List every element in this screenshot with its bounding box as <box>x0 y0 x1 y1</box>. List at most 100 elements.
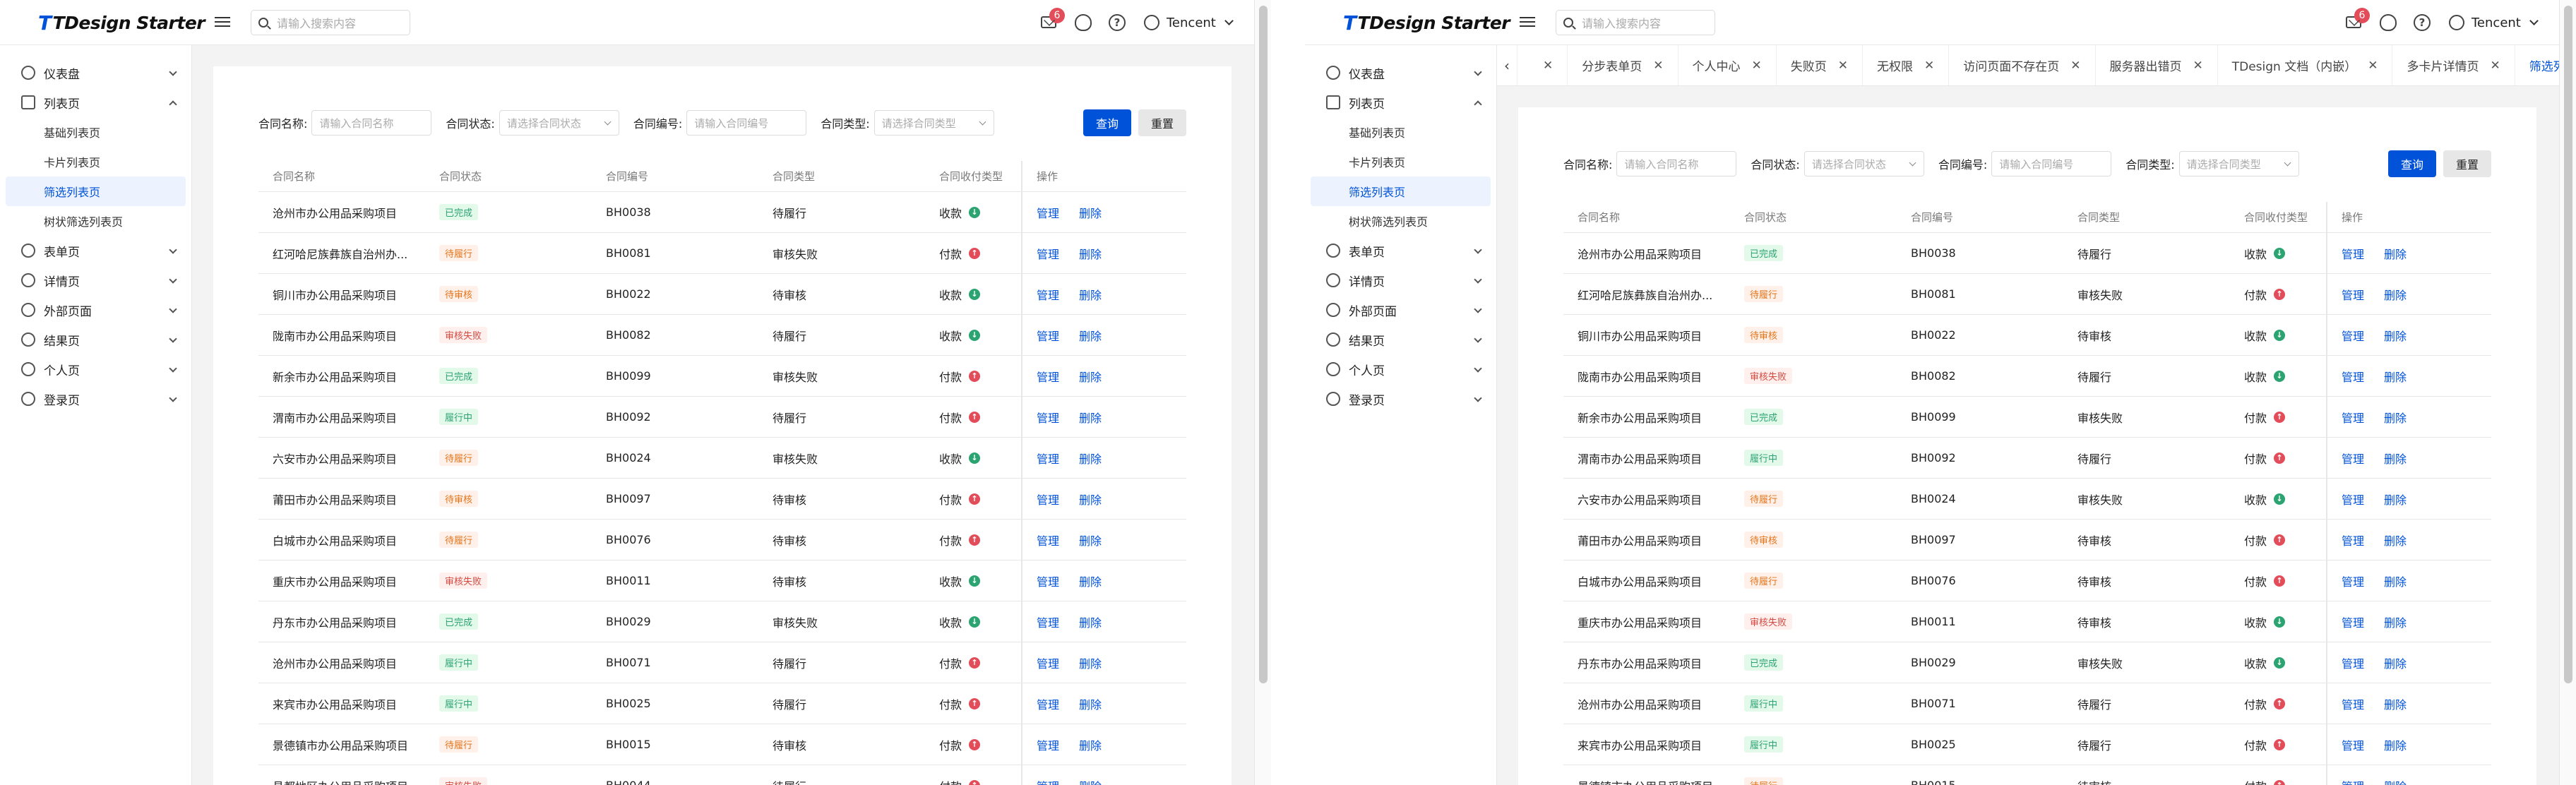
delete-link[interactable]: 删除 <box>1079 491 1102 508</box>
close-icon[interactable]: ✕ <box>1543 59 1553 73</box>
delete-link[interactable]: 删除 <box>1079 204 1102 221</box>
query-button[interactable]: 查询 <box>2387 150 2436 177</box>
sidebar-item[interactable]: 登录页 <box>0 384 191 414</box>
delete-link[interactable]: 删除 <box>2384 777 2407 785</box>
user-menu[interactable]: Tencent <box>2449 11 2539 34</box>
tab-item[interactable]: 服务器出错页 ✕ <box>2096 45 2218 85</box>
manage-link[interactable]: 管理 <box>1037 409 1059 426</box>
manage-link[interactable]: 管理 <box>1037 245 1059 262</box>
github-icon[interactable] <box>2380 14 2397 31</box>
sidebar-subitem[interactable]: 树状筛选列表页 <box>1305 206 1496 236</box>
manage-link[interactable]: 管理 <box>1037 286 1059 303</box>
manage-link[interactable]: 管理 <box>1037 368 1059 385</box>
delete-link[interactable]: 删除 <box>2384 245 2407 262</box>
close-icon[interactable]: ✕ <box>2490 59 2500 73</box>
sidebar-subitem[interactable]: 筛选列表页 <box>6 176 186 206</box>
help-icon[interactable]: ? <box>1109 14 1126 31</box>
delete-link[interactable]: 删除 <box>2384 532 2407 549</box>
delete-link[interactable]: 删除 <box>2384 695 2407 712</box>
manage-link[interactable]: 管理 <box>1037 613 1059 630</box>
delete-link[interactable]: 删除 <box>2384 368 2407 385</box>
close-icon[interactable]: ✕ <box>1653 59 1663 73</box>
sidebar-item[interactable]: 详情页 <box>0 265 191 295</box>
sidebar-item[interactable]: 外部页面 <box>0 295 191 325</box>
sidebar-item[interactable]: 表单页 <box>1305 236 1496 265</box>
help-icon[interactable]: ? <box>2414 14 2431 31</box>
delete-link[interactable]: 删除 <box>2384 409 2407 426</box>
manage-link[interactable]: 管理 <box>2342 573 2364 589</box>
sidebar-item[interactable]: 仪表盘 <box>1305 58 1496 88</box>
logo[interactable]: T TDesign Starter <box>38 11 205 35</box>
sidebar-item[interactable]: 详情页 <box>1305 265 1496 295</box>
sidebar-subitem[interactable]: 卡片列表页 <box>0 147 191 176</box>
manage-link[interactable]: 管理 <box>2342 286 2364 303</box>
page-scrollbar[interactable] <box>2559 0 2576 785</box>
tab-item[interactable]: 无权限 ✕ <box>1863 45 1950 85</box>
manage-link[interactable]: 管理 <box>2342 654 2364 671</box>
sidebar-subitem[interactable]: 基础列表页 <box>0 117 191 147</box>
tab-item[interactable]: TDesign 文档（内嵌） ✕ <box>2218 45 2393 85</box>
sidebar-item[interactable]: 登录页 <box>1305 384 1496 414</box>
delete-link[interactable]: 删除 <box>2384 286 2407 303</box>
sidebar-subitem[interactable]: 卡片列表页 <box>1305 147 1496 176</box>
delete-link[interactable]: 删除 <box>2384 736 2407 753</box>
manage-link[interactable]: 管理 <box>1037 450 1059 467</box>
manage-link[interactable]: 管理 <box>1037 204 1059 221</box>
github-icon[interactable] <box>1075 14 1092 31</box>
manage-link[interactable]: 管理 <box>2342 532 2364 549</box>
sidebar-item[interactable]: 表单页 <box>0 236 191 265</box>
logo[interactable]: T TDesign Starter <box>1343 11 1510 35</box>
sidebar-item[interactable]: 个人页 <box>0 354 191 384</box>
reset-button[interactable]: 重置 <box>1138 109 1186 136</box>
sidebar-subitem[interactable]: 筛选列表页 <box>1311 176 1491 206</box>
tab-item[interactable]: 个人中心 ✕ <box>1678 45 1777 85</box>
tab-scroll-left-button[interactable]: ‹ <box>1497 45 1517 85</box>
manage-link[interactable]: 管理 <box>2342 368 2364 385</box>
sidebar-subitem[interactable]: 基础列表页 <box>1305 117 1496 147</box>
manage-link[interactable]: 管理 <box>2342 450 2364 467</box>
manage-link[interactable]: 管理 <box>1037 573 1059 589</box>
sidebar-item[interactable]: 仪表盘 <box>0 58 191 88</box>
manage-link[interactable]: 管理 <box>1037 327 1059 344</box>
tab-closed-partial[interactable]: ✕ <box>1517 45 1568 85</box>
notification-icon[interactable]: 6 <box>1041 8 1065 28</box>
delete-link[interactable]: 删除 <box>1079 573 1102 589</box>
close-icon[interactable]: ✕ <box>2070 59 2080 73</box>
tab-item[interactable]: 分步表单页 ✕ <box>1568 45 1678 85</box>
close-icon[interactable]: ✕ <box>2368 59 2378 73</box>
sidebar-subitem[interactable]: 树状筛选列表页 <box>0 206 191 236</box>
query-button[interactable]: 查询 <box>1083 109 1131 136</box>
contract-type-select[interactable]: 请选择合同类型 <box>873 110 994 136</box>
manage-link[interactable]: 管理 <box>2342 736 2364 753</box>
tab-item[interactable]: 多卡片详情页 ✕ <box>2392 45 2515 85</box>
delete-link[interactable]: 删除 <box>1079 409 1102 426</box>
delete-link[interactable]: 删除 <box>1079 450 1102 467</box>
manage-link[interactable]: 管理 <box>1037 532 1059 549</box>
delete-link[interactable]: 删除 <box>2384 654 2407 671</box>
manage-link[interactable]: 管理 <box>1037 695 1059 712</box>
manage-link[interactable]: 管理 <box>2342 245 2364 262</box>
contract-type-select[interactable]: 请选择合同类型 <box>2178 151 2299 176</box>
delete-link[interactable]: 删除 <box>1079 532 1102 549</box>
manage-link[interactable]: 管理 <box>2342 409 2364 426</box>
contract-code-input[interactable]: 请输入合同编号 <box>1991 151 2112 176</box>
sidebar-item[interactable]: 列表页 <box>1305 88 1496 117</box>
delete-link[interactable]: 删除 <box>1079 368 1102 385</box>
manage-link[interactable]: 管理 <box>2342 491 2364 508</box>
contract-name-input[interactable]: 请输入合同名称 <box>311 110 432 136</box>
delete-link[interactable]: 删除 <box>1079 286 1102 303</box>
manage-link[interactable]: 管理 <box>1037 777 1059 785</box>
sidebar-item[interactable]: 结果页 <box>1305 325 1496 354</box>
delete-link[interactable]: 删除 <box>1079 695 1102 712</box>
close-icon[interactable]: ✕ <box>1924 59 1934 73</box>
sidebar-item[interactable]: 外部页面 <box>1305 295 1496 325</box>
manage-link[interactable]: 管理 <box>2342 695 2364 712</box>
delete-link[interactable]: 删除 <box>2384 491 2407 508</box>
delete-link[interactable]: 删除 <box>2384 573 2407 589</box>
contract-status-select[interactable]: 请选择合同状态 <box>1803 151 1924 176</box>
tab-item[interactable]: 访问页面不存在页 ✕ <box>1949 45 2096 85</box>
delete-link[interactable]: 删除 <box>2384 327 2407 344</box>
manage-link[interactable]: 管理 <box>1037 491 1059 508</box>
contract-status-select[interactable]: 请选择合同状态 <box>499 110 619 136</box>
reset-button[interactable]: 重置 <box>2443 150 2491 177</box>
